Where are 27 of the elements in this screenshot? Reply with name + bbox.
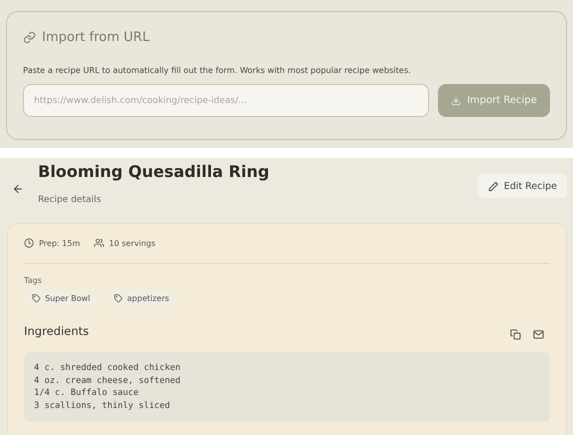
subtitle: Recipe details	[38, 195, 102, 205]
section-title: Import from URL	[42, 30, 150, 45]
url-field[interactable]: https://www.delish.com/cooking/recipe-ideas/...	[23, 84, 429, 117]
ingredient-line: 4 oz. cream cheese, softened	[34, 374, 182, 387]
recipe-title: Blooming Quesadilla Ring	[38, 162, 270, 181]
ingredient-line: 3 scallions, thinly sliced	[34, 400, 171, 412]
edit-recipe-button[interactable]: Edit Recipe	[478, 174, 567, 198]
tag-chip: Super Bowl	[24, 290, 98, 307]
tag-icon	[114, 294, 124, 303]
download-icon	[451, 96, 462, 106]
back-arrow-icon	[12, 183, 24, 195]
description: Paste a recipe URL to automatically fill out the form. Works with most popular recipe websites.	[23, 65, 412, 75]
pencil-icon	[488, 180, 499, 192]
prep-time: Prep: 15m	[39, 238, 80, 248]
tag-icon	[32, 294, 41, 303]
clock-icon	[24, 238, 34, 248]
envelope-icon	[533, 329, 544, 340]
people-icon	[94, 238, 104, 248]
ingredient-line: 1/4 c. Buffalo sauce	[34, 387, 140, 400]
tags-label: Tags	[24, 276, 43, 285]
servings: 10 servings	[109, 238, 156, 248]
back-button[interactable]	[12, 183, 24, 195]
tag-chip: appetizers	[106, 290, 178, 307]
ingredient-line: 4 c. shredded cooked chicken	[34, 362, 182, 374]
ingredients-title: Ingredients	[24, 324, 90, 338]
link-icon	[23, 31, 36, 44]
copy-icon	[510, 329, 521, 340]
